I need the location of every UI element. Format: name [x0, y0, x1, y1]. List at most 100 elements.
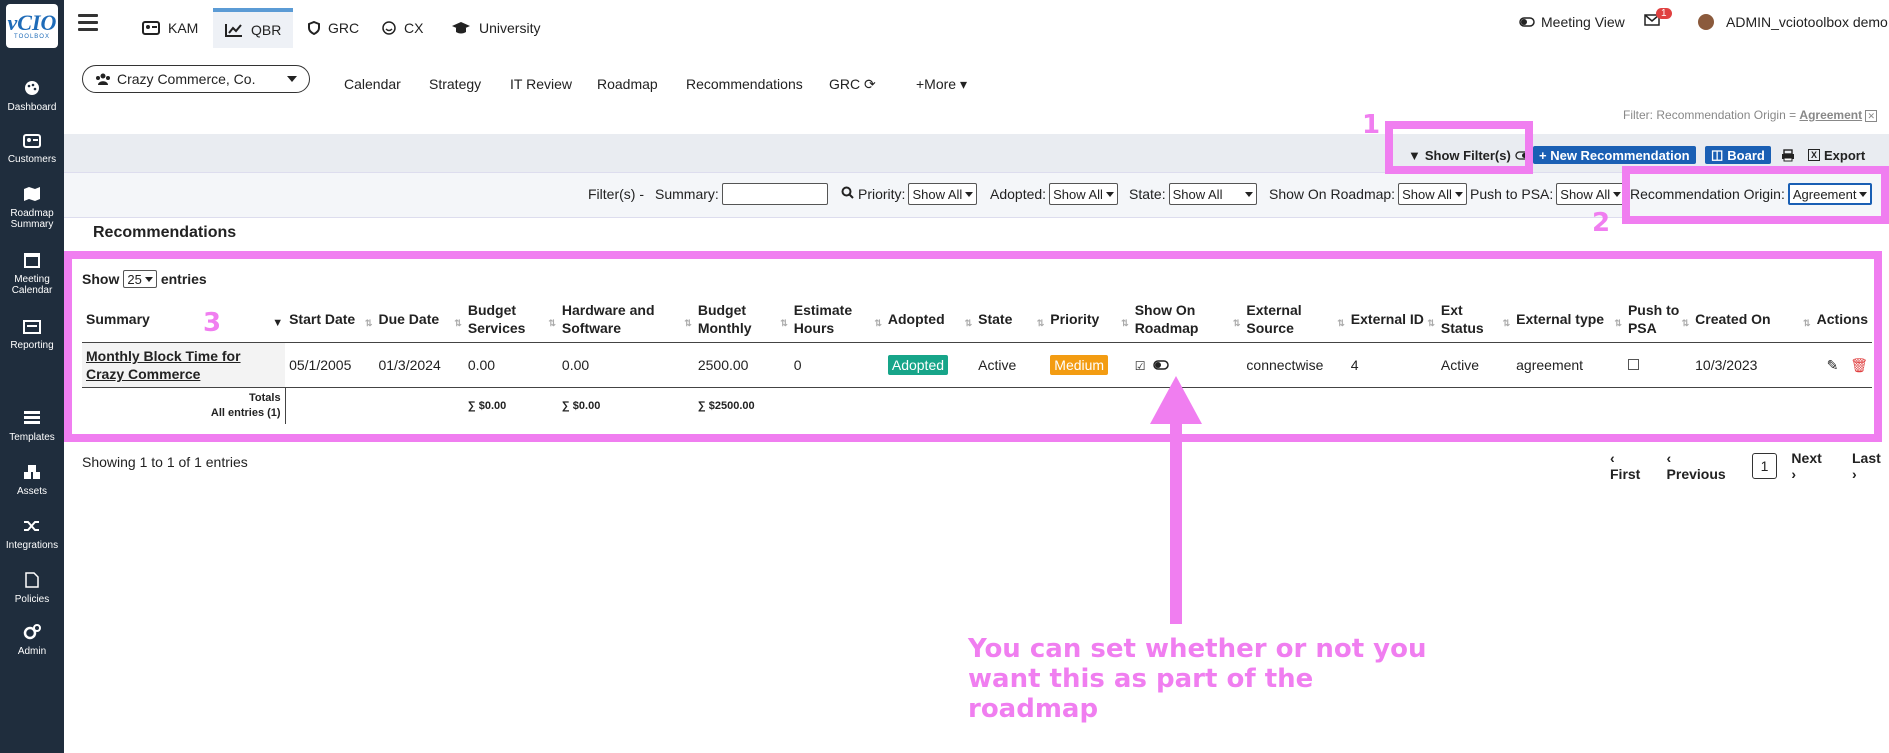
roadmap-select[interactable]: Show All — [1398, 183, 1467, 205]
export-button[interactable]: X Export — [1802, 146, 1871, 164]
board-label: Board — [1727, 147, 1765, 163]
filters-label: Filter(s) - — [588, 186, 644, 202]
templates-icon — [24, 411, 40, 424]
sidebar-item-label: Reporting — [10, 340, 54, 351]
subnav-roadmap[interactable]: Roadmap — [597, 76, 658, 92]
annotation-number-1: 1 — [1362, 110, 1381, 140]
annotation-number-2: 2 — [1592, 208, 1611, 238]
print-button[interactable] — [1775, 146, 1801, 164]
cogs-icon — [23, 624, 41, 640]
vcio-logo[interactable]: vCIO TOOLBOX — [6, 4, 58, 48]
annotation-number-3: 3 — [203, 308, 222, 338]
sidebar-item-roadmap-summary[interactable]: Roadmap Summary — [0, 186, 64, 230]
file-icon — [25, 572, 39, 588]
print-icon — [1782, 148, 1794, 161]
subnav-calendar[interactable]: Calendar — [344, 76, 401, 92]
chart-line-icon — [225, 24, 242, 37]
shuffle-icon — [24, 521, 39, 531]
tab-qbr[interactable]: QBR — [213, 8, 294, 48]
tab-university[interactable]: University — [451, 8, 540, 48]
report-icon — [23, 320, 41, 334]
page-1-button[interactable]: 1 — [1751, 453, 1778, 479]
page-next-button[interactable]: Next › — [1791, 450, 1830, 482]
sidebar: vCIO TOOLBOX Dashboard Customers Roadmap… — [0, 0, 64, 753]
sidebar-item-label: Assets — [16, 486, 47, 497]
tab-kam[interactable]: KAM — [142, 8, 198, 48]
roadmap-label: Show On Roadmap: — [1269, 186, 1396, 202]
sidebar-item-label: Admin — [17, 646, 47, 657]
subnav-more-label: +More — [916, 76, 957, 92]
highlight-table — [64, 251, 1882, 442]
map-icon — [24, 187, 40, 201]
page-next-label: Next — [1791, 450, 1822, 466]
sidebar-item-assets[interactable]: Assets — [0, 464, 64, 497]
tab-label: KAM — [168, 20, 199, 36]
meeting-view-label: Meeting View — [1541, 14, 1625, 30]
sidebar-item-label: Customers — [7, 154, 57, 165]
search-icon[interactable] — [841, 186, 854, 202]
sidebar-item-label: Dashboard — [7, 102, 57, 113]
sidebar-item-meeting-calendar[interactable]: Meeting Calendar — [0, 252, 64, 296]
filter-priority-group: Priority: Show All — [858, 183, 978, 205]
table-info: Showing 1 to 1 of 1 entries — [82, 454, 248, 470]
tab-cx[interactable]: CX — [382, 8, 423, 48]
psa-select-value: Show All — [1560, 186, 1611, 202]
filter-state-group: State: Show All — [1129, 183, 1257, 205]
shield-icon — [308, 21, 320, 35]
subnav-it-review[interactable]: IT Review — [510, 76, 572, 92]
page-last-label: Last — [1851, 450, 1881, 466]
sync-icon: ⟳ — [864, 76, 876, 92]
subnav-recommendations[interactable]: Recommendations — [686, 76, 803, 92]
toggle-icon — [1519, 17, 1535, 27]
tab-label: CX — [404, 20, 424, 36]
sidebar-item-dashboard[interactable]: Dashboard — [0, 80, 64, 113]
subnav-more[interactable]: +More ▾ — [916, 76, 967, 93]
sub-navbar: Crazy Commerce, Co. Calendar Strategy IT… — [64, 56, 1889, 134]
chevron-down-icon — [1454, 191, 1463, 197]
subnav-grc[interactable]: GRC ⟳ — [829, 76, 876, 93]
board-button[interactable]: ◫ Board — [1705, 146, 1771, 164]
sidebar-item-label: Meeting Calendar — [11, 274, 53, 296]
highlight-origin-filter — [1622, 166, 1889, 224]
company-select[interactable]: Crazy Commerce, Co. — [82, 65, 310, 93]
logo-text: vCIO — [7, 10, 57, 35]
roadmap-select-value: Show All — [1402, 186, 1452, 202]
adopted-select[interactable]: Show All — [1049, 183, 1118, 205]
sidebar-item-label: Roadmap Summary — [10, 208, 54, 230]
page-last-button[interactable]: Last › — [1852, 450, 1889, 482]
sidebar-item-reporting[interactable]: Reporting — [0, 320, 64, 351]
tab-label: University — [479, 20, 541, 36]
sidebar-item-label: Templates — [9, 432, 55, 443]
annotation-callout: You can set whether or not you want this… — [968, 634, 1427, 724]
page-previous-button[interactable]: ‹ Previous — [1667, 450, 1734, 482]
meeting-view-toggle[interactable]: Meeting View — [1519, 14, 1625, 30]
hamburger-menu-icon[interactable] — [78, 14, 98, 35]
user-menu[interactable]: ADMIN_vciotoolbox demo — [1698, 14, 1888, 30]
sidebar-item-integrations[interactable]: Integrations — [0, 518, 64, 551]
state-select[interactable]: Show All — [1168, 183, 1257, 205]
sidebar-item-policies[interactable]: Policies — [0, 572, 64, 605]
top-navbar: KAM QBR GRC CX University Meeting View 1… — [64, 0, 1889, 56]
chevron-down-icon — [1613, 191, 1622, 197]
sidebar-item-admin[interactable]: Admin — [0, 624, 64, 657]
summary-input[interactable] — [721, 183, 828, 205]
sidebar-item-templates[interactable]: Templates — [0, 410, 64, 443]
sidebar-item-customers[interactable]: Customers — [0, 134, 64, 165]
chevron-down-icon — [965, 191, 974, 197]
subnav-strategy[interactable]: Strategy — [429, 76, 481, 92]
clear-filter-icon[interactable]: ✕ — [1865, 110, 1877, 122]
page-first-button[interactable]: ‹ First — [1610, 450, 1649, 482]
graduation-cap-icon — [452, 22, 470, 34]
mail-count-badge: 1 — [1656, 8, 1672, 19]
avatar — [1698, 14, 1714, 30]
tab-grc[interactable]: GRC — [308, 8, 359, 48]
chevron-down-icon — [287, 76, 297, 82]
priority-select[interactable]: Show All — [908, 183, 978, 205]
columns-icon: ◫ — [1711, 147, 1724, 162]
mail-button[interactable]: 1 — [1644, 8, 1672, 26]
adopted-select-value: Show All — [1053, 186, 1103, 202]
new-recommendation-button[interactable]: + New Recommendation — [1533, 146, 1696, 164]
priority-select-value: Show All — [912, 186, 963, 202]
highlight-show-filters — [1385, 121, 1533, 174]
psa-select[interactable]: Show All — [1556, 183, 1626, 205]
